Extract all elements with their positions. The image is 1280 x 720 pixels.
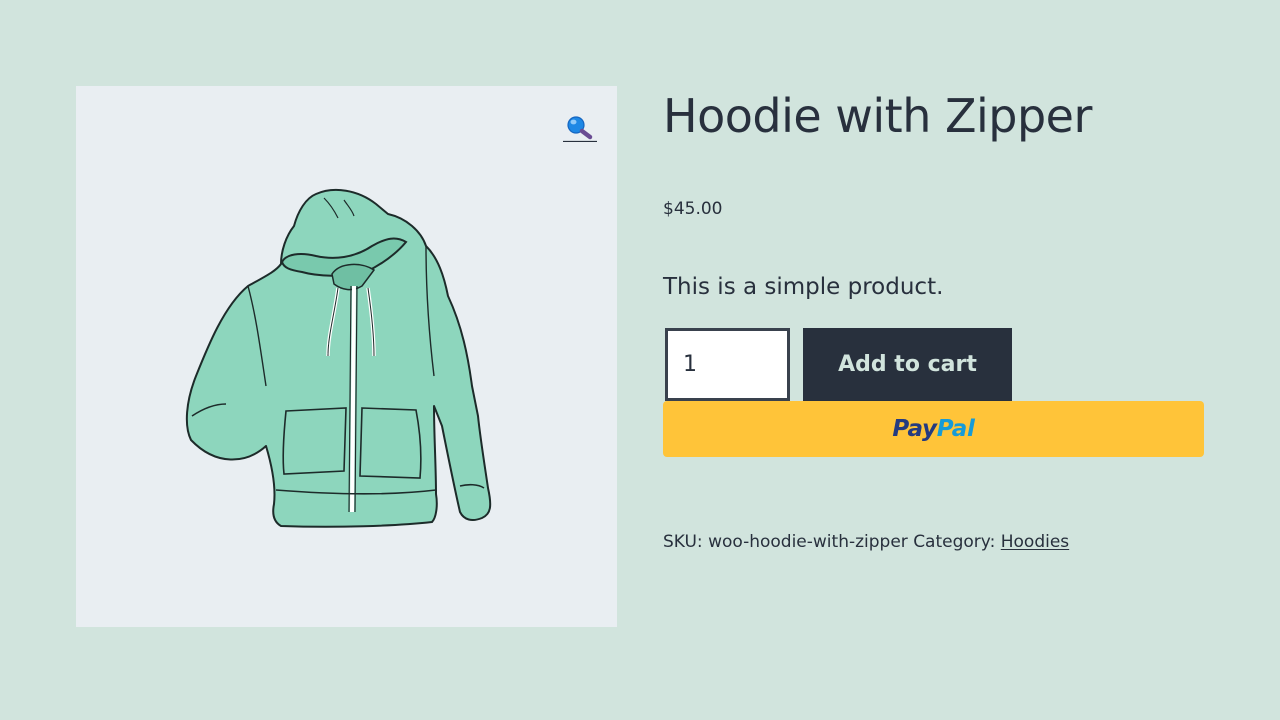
product-short-description: This is a simple product. — [663, 274, 944, 300]
paypal-button[interactable]: PayPal — [663, 401, 1204, 457]
paypal-logo: PayPal — [892, 416, 974, 442]
category-label: Category: — [913, 532, 996, 552]
quantity-input[interactable] — [665, 328, 790, 401]
sku-label: SKU: — [663, 532, 703, 552]
product-gallery — [76, 86, 617, 627]
paypal-logo-pay: Pay — [892, 416, 937, 442]
paypal-logo-pal: Pal — [936, 416, 975, 442]
sku-value: woo-hoodie-with-zipper — [708, 532, 908, 552]
category-link-hoodies[interactable]: Hoodies — [1001, 532, 1069, 552]
zoom-icon[interactable] — [563, 114, 597, 142]
product-meta: SKU: woo-hoodie-with-zipper Category: Ho… — [663, 530, 1069, 554]
product-title: Hoodie with Zipper — [663, 89, 1092, 143]
product-price: $45.00 — [663, 199, 723, 219]
product-image — [185, 188, 492, 528]
add-to-cart-button[interactable]: Add to cart — [803, 328, 1012, 401]
